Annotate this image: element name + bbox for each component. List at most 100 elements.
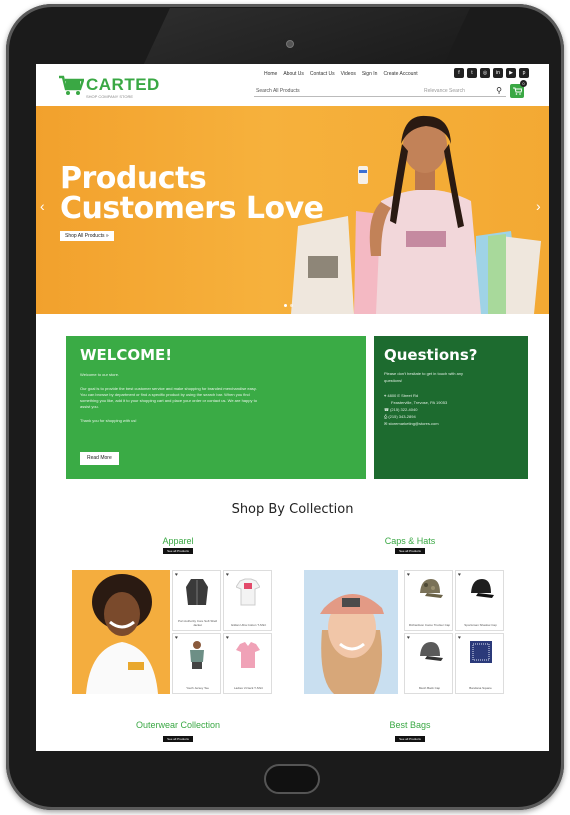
see-all-bags-button[interactable]: See all Products	[395, 736, 425, 742]
product-name: Mesh Back Cap	[418, 686, 441, 690]
caps-model-image[interactable]	[304, 570, 398, 694]
product-card[interactable]: ♥ Sportsman Shadow Cap	[455, 570, 504, 631]
youtube-icon[interactable]: ▶	[506, 68, 516, 78]
wishlist-icon[interactable]: ♥	[458, 572, 461, 578]
address-line: ⌖ 4800 E Street Rd	[384, 393, 419, 398]
welcome-text: Welcome to our store.	[80, 372, 120, 377]
welcome-text: Thank you for shopping with us!	[80, 418, 137, 423]
linkedin-icon[interactable]: in	[493, 68, 503, 78]
product-name: Ladies V-Neck T-Shirt	[234, 686, 263, 690]
questions-panel: Questions? Please don't hesitate to get …	[374, 336, 528, 479]
wishlist-icon[interactable]: ♥	[407, 635, 410, 641]
nav-home[interactable]: Home	[264, 71, 277, 77]
carousel-dot[interactable]	[290, 304, 293, 307]
search-input[interactable]: Search All Products	[256, 88, 300, 94]
phone-row[interactable]: ☎ (215) 322-4040	[384, 406, 518, 413]
shop-all-products-button[interactable]: Shop All Products »	[60, 231, 114, 241]
product-card[interactable]: ♥ Youth Jersey Tee	[172, 633, 221, 694]
search-icon[interactable]: ⚲	[496, 86, 502, 95]
product-name: Sportsman Shadow Cap	[464, 623, 497, 627]
camera-icon	[286, 40, 294, 48]
instagram-icon[interactable]: ◎	[480, 68, 490, 78]
collection-title-outerwear[interactable]: Outerwear Collection	[98, 720, 258, 730]
hero-title: Products Customers Love	[60, 164, 324, 224]
hero-next-arrow-icon[interactable]: ›	[536, 198, 541, 214]
welcome-panel: WELCOME! Welcome to our store. Our goal …	[66, 336, 366, 479]
carousel-dot[interactable]	[284, 304, 287, 307]
nav-about[interactable]: About Us	[283, 71, 304, 77]
apparel-model-photo	[86, 574, 158, 694]
hero-title-line-1: Products	[60, 161, 207, 196]
questions-title: Questions?	[384, 346, 478, 364]
search-options[interactable]: Relevance Search	[424, 88, 465, 94]
screen: CARTED SHOP COMPANY STORE Home About Us …	[36, 64, 549, 751]
collection-title-caps-hats[interactable]: Caps & Hats	[330, 536, 490, 546]
email-row[interactable]: ✉ storemarketing@stores.com	[384, 420, 518, 427]
nav-contact[interactable]: Contact Us	[310, 71, 335, 77]
tshirt-image	[236, 578, 260, 606]
product-card[interactable]: ♥ Port Authority Core Soft Shell Jacket	[172, 570, 221, 631]
nav-sign-in[interactable]: Sign In	[362, 71, 378, 77]
logo[interactable]: CARTED SHOP COMPANY STORE	[58, 70, 208, 100]
search-bar[interactable]: Search All Products Relevance Search ⚲	[254, 86, 506, 97]
product-name: Port Authority Core Soft Shell Jacket	[177, 619, 218, 627]
questions-intro: questions!	[384, 378, 403, 383]
product-card[interactable]: ♥ Mesh Back Cap	[404, 633, 453, 694]
logo-text: CARTED	[86, 75, 160, 94]
product-card[interactable]: ♥ Gildan Ultra Cotton T-Shirt	[223, 570, 272, 631]
phone-number[interactable]: (215) 322-4040	[390, 407, 417, 412]
address-line-2: Feasterville, Trevose, PA 19053	[391, 400, 448, 405]
questions-intro: Please don't hesitate to get in touch wi…	[384, 371, 464, 376]
home-button[interactable]	[264, 764, 320, 794]
welcome-title: WELCOME!	[80, 346, 173, 364]
wishlist-icon[interactable]: ♥	[458, 635, 461, 641]
wishlist-icon[interactable]: ♥	[407, 572, 410, 578]
carousel-dots	[284, 304, 293, 307]
pinterest-icon[interactable]: p	[519, 68, 529, 78]
fax-number: (215) 343-2894	[388, 414, 416, 419]
email-link[interactable]: storemarketing@stores.com	[388, 421, 438, 426]
hero-title-line-2: Customers Love	[60, 191, 324, 226]
cart-logo-icon	[59, 75, 84, 95]
wishlist-icon[interactable]: ♥	[175, 572, 178, 578]
wishlist-icon[interactable]: ♥	[175, 635, 178, 641]
apparel-model-image[interactable]	[72, 570, 170, 694]
mesh-cap-image	[420, 642, 443, 661]
youth-tee-image	[190, 641, 204, 669]
top-nav: Home About Us Contact Us Videos Sign In …	[264, 71, 418, 77]
twitter-icon[interactable]: t	[467, 68, 477, 78]
hero-prev-arrow-icon[interactable]: ‹	[40, 198, 45, 214]
fax-row: ⎙ (215) 343-2894	[384, 414, 416, 419]
welcome-text: assist you.	[80, 404, 99, 409]
product-name: Gildan Ultra Cotton T-Shirt	[230, 623, 267, 627]
facebook-icon[interactable]: f	[454, 68, 464, 78]
read-more-button[interactable]: Read More	[80, 452, 119, 465]
camo-cap-image	[420, 579, 443, 598]
bandana-image	[470, 641, 492, 663]
caps-model-photo	[320, 594, 384, 694]
shop-by-collection-heading: Shop By Collection	[231, 502, 354, 517]
vneck-image	[236, 642, 260, 668]
collection-title-bags[interactable]: Best Bags	[330, 720, 490, 730]
collection-title-apparel[interactable]: Apparel	[98, 536, 258, 546]
product-name: Youth Jersey Tee	[186, 686, 209, 690]
black-cap-image	[471, 579, 494, 598]
shopping-cart-icon	[512, 87, 522, 95]
see-all-apparel-button[interactable]: See all Products	[163, 548, 193, 554]
product-card[interactable]: ♥ Richardson Camo Trucker Cap	[404, 570, 453, 631]
tablet-shine	[142, 8, 470, 68]
cart-count-badge: 0	[520, 80, 527, 87]
wishlist-icon[interactable]: ♥	[226, 635, 229, 641]
product-name: Richardson Camo Trucker Cap	[408, 623, 451, 627]
see-all-caps-button[interactable]: See all Products	[395, 548, 425, 554]
wishlist-icon[interactable]: ♥	[226, 572, 229, 578]
nav-create-account[interactable]: Create Account	[383, 71, 417, 77]
logo-tagline: SHOP COMPANY STORE	[86, 94, 134, 99]
see-all-outerwear-button[interactable]: See all Products	[163, 736, 193, 742]
hero-banner: Products Customers Love Shop All Product…	[36, 106, 549, 314]
product-card[interactable]: ♥ Ladies V-Neck T-Shirt	[223, 633, 272, 694]
nav-videos[interactable]: Videos	[341, 71, 356, 77]
product-card[interactable]: ♥ Bandana Square	[455, 633, 504, 694]
site-header: CARTED SHOP COMPANY STORE Home About Us …	[36, 64, 549, 106]
jacket-image	[186, 579, 208, 605]
